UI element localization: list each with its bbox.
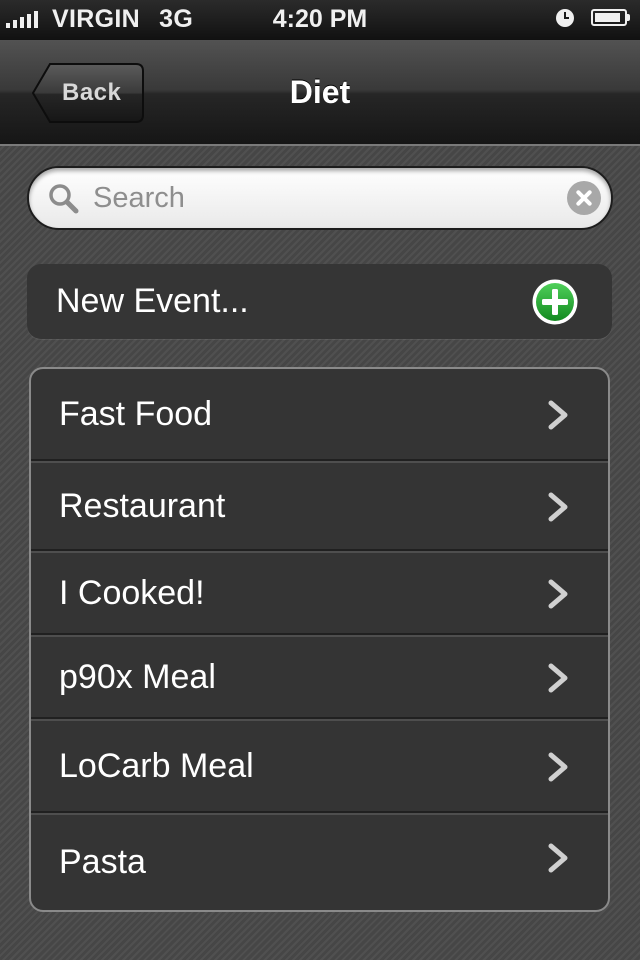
list-item-label: I Cooked!	[59, 573, 205, 612]
list-item-restaurant[interactable]: Restaurant	[31, 463, 608, 551]
battery-icon	[591, 9, 630, 26]
add-icon[interactable]	[531, 278, 579, 326]
new-event-label: New Event...	[56, 282, 249, 320]
list-item-label: LoCarb Meal	[59, 746, 254, 785]
list-item-fast-food[interactable]: Fast Food	[31, 369, 608, 461]
chevron-right-icon	[548, 752, 568, 782]
search-icon	[49, 184, 79, 214]
list-item-pasta[interactable]: Pasta	[31, 815, 608, 910]
page-title: Diet	[289, 74, 351, 110]
list-item-label: Pasta	[59, 843, 146, 881]
list-item-label: Restaurant	[59, 486, 226, 525]
chevron-right-icon	[548, 400, 568, 430]
search-bar[interactable]	[27, 166, 613, 230]
list-item-label: p90x Meal	[59, 657, 216, 696]
status-time: 4:20 PM	[272, 5, 368, 33]
battery-level	[595, 13, 621, 22]
navigation-bar: Back Diet	[0, 40, 640, 146]
chevron-right-icon	[548, 492, 568, 522]
search-input[interactable]	[93, 174, 513, 222]
clear-icon[interactable]	[567, 181, 601, 215]
event-category-list: Fast Food Restaurant I Cooked! p90x Meal…	[29, 367, 610, 912]
chevron-right-icon	[548, 579, 568, 609]
list-item-locarb-meal[interactable]: LoCarb Meal	[31, 721, 608, 813]
list-item-i-cooked[interactable]: I Cooked!	[31, 553, 608, 635]
list-item-label: Fast Food	[59, 394, 213, 433]
list-item-p90x-meal[interactable]: p90x Meal	[31, 637, 608, 719]
chevron-right-icon	[548, 663, 568, 693]
chevron-right-icon	[548, 843, 568, 873]
new-event-button[interactable]: New Event...	[27, 264, 612, 339]
alarm-icon	[556, 9, 574, 27]
status-bar: VIRGIN 3G 4:20 PM	[0, 0, 640, 40]
